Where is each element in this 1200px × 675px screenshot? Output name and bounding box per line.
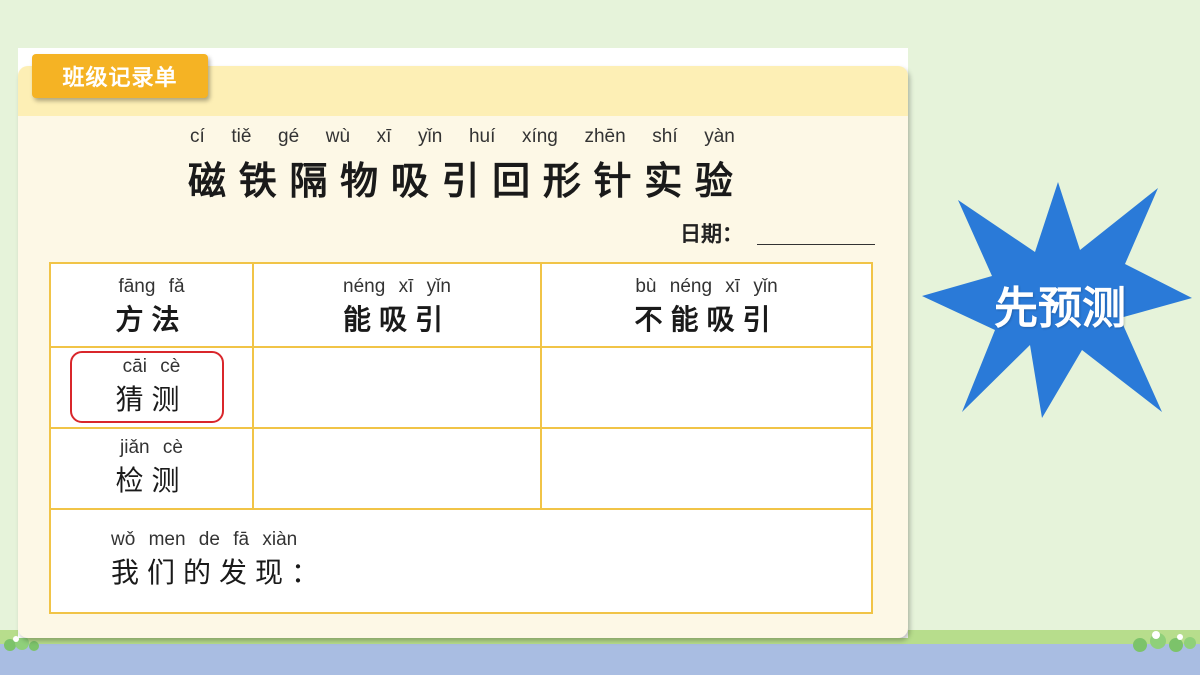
flower-right-icon <box>1133 631 1196 652</box>
pinyin-syllable: tiě <box>231 126 252 147</box>
pinyin-syllable: xī <box>376 126 392 147</box>
title-char: 形 <box>542 158 581 203</box>
header-can-attract: néng xī yǐn 能吸引 <box>254 276 540 338</box>
pinyin-syllable: yàn <box>704 126 735 147</box>
pinyin-syllable: wù <box>325 126 351 147</box>
title-char: 针 <box>593 158 632 203</box>
pinyin-syllable: gé <box>278 126 300 147</box>
pinyin-syllable: yǐn <box>418 126 443 147</box>
table-divider <box>51 508 871 510</box>
test-can-attract-cell[interactable] <box>254 429 540 508</box>
findings-cell[interactable]: wǒ men de fā xiàn 我们的发现： <box>111 529 327 591</box>
title-pinyin: cí tiě gé wù xī yǐn huí xíng zhēn shí yà… <box>190 126 735 148</box>
cell-hanzi: 检测 <box>115 464 188 497</box>
test-cannot-attract-cell[interactable] <box>542 429 871 508</box>
cell-hanzi: 我们的发现： <box>111 556 328 589</box>
title-char: 物 <box>340 158 379 203</box>
date-field[interactable] <box>757 244 875 245</box>
title-char: 铁 <box>238 158 277 203</box>
title-char: 回 <box>492 158 531 203</box>
page-title: 磁 铁 隔 物 吸 引 回 形 针 实 验 <box>188 150 733 205</box>
guess-cannot-attract-cell[interactable] <box>542 348 871 427</box>
predict-first-label: 先预测 <box>994 283 1126 334</box>
title-char: 引 <box>441 158 480 203</box>
cell-pinyin: jiǎn cè <box>120 437 183 458</box>
row-label-test: jiǎn cè 检测 <box>51 437 252 499</box>
pinyin-syllable: cí <box>190 126 205 147</box>
pinyin-syllable: zhēn <box>584 126 626 147</box>
cell-pinyin: wǒ men de fā xiàn <box>111 529 298 550</box>
cell-pinyin: néng xī yǐn <box>343 276 451 297</box>
cell-pinyin: bù néng xī yǐn <box>635 276 778 297</box>
header-cannot-attract: bù néng xī yǐn 不能吸引 <box>542 276 871 338</box>
pinyin-syllable: shí <box>652 126 678 147</box>
title-char: 验 <box>694 158 733 203</box>
title-char: 吸 <box>390 158 429 203</box>
title-char: 磁 <box>188 158 227 203</box>
date-label: 日期： <box>680 222 743 246</box>
cell-hanzi: 方法 <box>115 303 188 336</box>
guess-can-attract-cell[interactable] <box>254 348 540 427</box>
water-strip <box>0 644 1200 675</box>
cell-pinyin: fāng fǎ <box>118 276 185 297</box>
record-table: fāng fǎ 方法 néng xī yǐn 能吸引 bù néng xī yǐ… <box>49 262 873 614</box>
title-char: 隔 <box>289 158 328 203</box>
header-method: fāng fǎ 方法 <box>51 276 252 338</box>
guess-highlight-box <box>70 351 224 423</box>
title-char: 实 <box>644 158 683 203</box>
cell-hanzi: 能吸引 <box>342 303 451 336</box>
pinyin-syllable: xíng <box>521 126 558 147</box>
pinyin-syllable: huí <box>468 126 496 147</box>
cell-hanzi: 不能吸引 <box>634 303 779 336</box>
class-record-tag: 班级记录单 <box>32 54 208 98</box>
